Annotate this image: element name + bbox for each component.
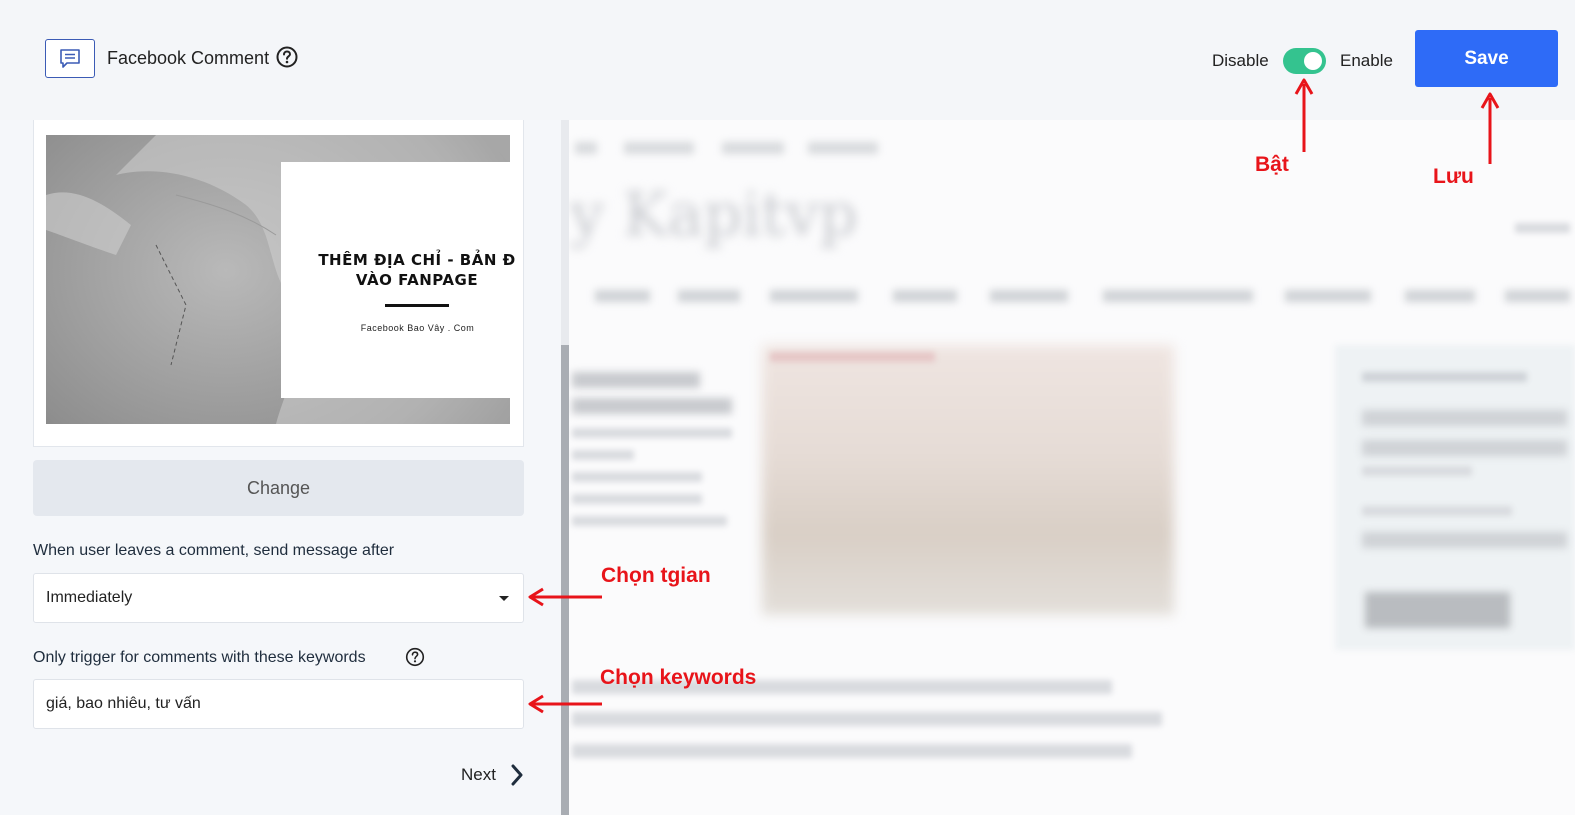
preview-line [572,744,1132,758]
preview-line [770,352,935,362]
thumbnail-subtext: Facebook Bao Vây . Com [360,323,475,333]
preview-hero-image [762,345,1174,615]
scrollbar-thumb[interactable] [561,345,569,815]
preview-line [572,450,634,460]
preview-menu-item [770,290,858,302]
comment-icon [45,39,95,78]
preview-line [1362,506,1512,516]
page-title: Facebook Comment [107,48,270,68]
preview-nav-item [722,142,784,154]
caret-down-icon [499,596,509,601]
keywords-label: Only trigger for comments with these key… [33,649,366,666]
toggle-knob [1304,52,1322,70]
help-circle-icon[interactable] [276,46,298,68]
enable-toggle[interactable] [1283,48,1326,74]
next-button[interactable]: Next [461,764,524,786]
preview-headline [1362,440,1567,456]
preview-menu-item [1405,290,1475,302]
preview-headline [1362,532,1567,548]
preview-line [1362,372,1527,382]
preview-nav-item [624,142,694,154]
enable-label: Enable [1340,51,1393,70]
thumbnail-divider [385,304,449,307]
next-label: Next [461,765,496,784]
preview-headline [572,372,700,388]
thumbnail-heading: THÊM ĐỊA CHỈ - BẢN Đ VÀO FANPAGE [318,251,516,289]
preview-line [1515,223,1570,233]
preview-logo: y Kapitvp [570,180,858,250]
preview-line [572,472,702,482]
top-bar: Facebook Comment Disable Enable Save [0,0,1575,120]
preview-nav-item [808,142,878,154]
preview-menu-item [678,290,740,302]
preview-button [1365,592,1510,628]
annotation-save: Lưu [1433,165,1474,188]
arrow-icon [1480,92,1500,164]
preview-nav-item [575,142,597,154]
preview-line [1362,466,1472,476]
preview-menu-item [1103,290,1253,302]
delay-select[interactable]: Immediately [33,573,524,623]
preview-menu-item [893,290,957,302]
preview-line [572,712,1162,726]
annotation-delay: Chọn tgian [601,564,711,587]
preview-menu-item [595,290,650,302]
save-button[interactable]: Save [1415,30,1558,87]
annotation-keywords: Chọn keywords [600,666,757,689]
preview-headline [1362,410,1567,426]
preview-line [572,516,727,526]
delay-select-value: Immediately [46,589,133,606]
arrow-icon [1294,78,1314,152]
change-image-button[interactable]: Change [33,460,524,516]
preview-line [572,428,732,438]
preview-menu-item [990,290,1068,302]
preview-menu-item [1285,290,1371,302]
delay-label: When user leaves a comment, send message… [33,542,395,559]
preview-headline [572,398,732,414]
keywords-input[interactable] [33,679,524,729]
annotation-toggle: Bật [1255,153,1289,176]
disable-label: Disable [1212,51,1269,70]
help-circle-icon[interactable] [405,647,425,667]
arrow-icon [528,694,602,714]
arrow-icon [528,587,602,607]
chevron-right-icon [511,764,523,786]
preview-menu-item [1505,290,1570,302]
preview-line [572,494,702,504]
